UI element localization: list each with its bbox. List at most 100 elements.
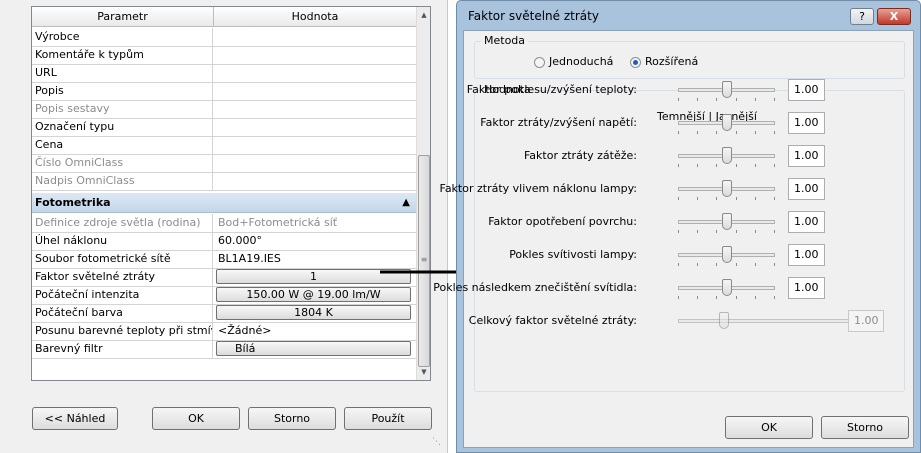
property-row[interactable]: Posunu barevné teploty při stmív <Žádné> bbox=[32, 322, 416, 341]
cancel-button[interactable]: Storno bbox=[821, 416, 909, 439]
property-value[interactable]: <Žádné> bbox=[214, 322, 416, 340]
preview-button[interactable]: << Náhled bbox=[32, 407, 118, 430]
close-button[interactable]: X bbox=[877, 8, 911, 25]
property-value[interactable] bbox=[214, 136, 416, 154]
group-header-photometrics[interactable]: Fotometrika ▲ bbox=[32, 193, 416, 213]
property-row[interactable]: Úhel náklonu 60.000° bbox=[32, 232, 416, 251]
property-row[interactable]: Komentáře k typům bbox=[32, 46, 416, 65]
radio-simple-label[interactable]: Jednoduchá bbox=[549, 55, 613, 68]
property-name: Soubor fotometrické sítě bbox=[32, 250, 213, 268]
cancel-button[interactable]: Storno bbox=[248, 407, 336, 430]
help-button[interactable]: ? bbox=[850, 8, 874, 25]
type-properties-dialog: Parametr Hodnota Výrobce Komentáře k typ… bbox=[0, 0, 448, 453]
slider-tick bbox=[697, 164, 698, 167]
slider-thumb[interactable] bbox=[721, 147, 732, 164]
slider-tick bbox=[736, 98, 737, 101]
slider-thumb[interactable] bbox=[721, 81, 732, 98]
scroll-down-arrow-icon[interactable]: ▼ bbox=[417, 364, 431, 380]
slider-tick bbox=[774, 164, 775, 167]
method-label: Metoda bbox=[481, 34, 529, 47]
vertical-scrollbar[interactable]: ▲ ≡ ▼ bbox=[416, 7, 430, 380]
column-header-parameter[interactable]: Parametr bbox=[32, 7, 214, 27]
property-row[interactable]: Počáteční barva 1804 K bbox=[32, 304, 416, 323]
slider-ticks bbox=[678, 296, 775, 300]
slider-tick bbox=[774, 197, 775, 200]
property-row[interactable]: Faktor světelné ztráty 1 bbox=[32, 268, 416, 287]
initial-intensity-button[interactable]: 150.00 W @ 19.00 lm/W bbox=[216, 287, 411, 302]
title-bar[interactable]: Faktor světelné ztráty ? X bbox=[457, 1, 920, 31]
group-label: Fotometrika bbox=[35, 196, 111, 209]
slider-thumb[interactable] bbox=[721, 180, 732, 197]
slider-tick bbox=[697, 98, 698, 101]
slider-tick bbox=[755, 131, 756, 134]
property-row[interactable]: Výrobce bbox=[32, 28, 416, 47]
factor-value-input[interactable]: 1.00 bbox=[788, 79, 825, 101]
radio-advanced[interactable] bbox=[630, 57, 641, 68]
double-chevron-up-icon[interactable]: ▲ bbox=[402, 193, 410, 213]
slider-tick bbox=[736, 131, 737, 134]
property-row: Popis sestavy bbox=[32, 100, 416, 119]
slider-tick bbox=[774, 98, 775, 101]
slider-ticks bbox=[678, 263, 775, 267]
color-filter-button[interactable]: Bílá bbox=[216, 341, 411, 356]
scroll-up-arrow-icon[interactable]: ▲ bbox=[417, 7, 431, 23]
ok-button[interactable]: OK bbox=[725, 416, 813, 439]
slider-tick bbox=[678, 131, 679, 134]
resize-grip-icon[interactable]: ⋱ bbox=[432, 436, 444, 448]
factor-value-input[interactable]: 1.00 bbox=[788, 145, 825, 167]
factor-value-input[interactable]: 1.00 bbox=[788, 112, 825, 134]
slider-tick bbox=[774, 263, 775, 266]
property-grid: Parametr Hodnota Výrobce Komentáře k typ… bbox=[31, 6, 431, 381]
loss-factor-dialog: Faktor světelné ztráty ? X Metoda Jednod… bbox=[433, 0, 921, 453]
property-row[interactable]: Počáteční intenzita 150.00 W @ 19.00 lm/… bbox=[32, 286, 416, 305]
property-row[interactable]: URL bbox=[32, 64, 416, 83]
slider-thumb[interactable] bbox=[721, 246, 732, 263]
property-row[interactable]: Popis bbox=[32, 82, 416, 101]
value-groupbox: Hodnota Temnější | Jasnější Faktor pokle… bbox=[433, 79, 905, 392]
property-row[interactable]: Označení typu bbox=[32, 118, 416, 137]
property-value[interactable] bbox=[214, 46, 416, 64]
property-value bbox=[214, 154, 416, 172]
factor-value-input[interactable]: 1.00 bbox=[788, 277, 825, 299]
property-row[interactable]: Barevný filtr Bílá bbox=[32, 340, 416, 359]
slider-ticks bbox=[678, 131, 775, 135]
method-groupbox: Metoda Jednoduchá Rozšířená bbox=[474, 34, 905, 79]
slider-tick bbox=[716, 296, 717, 299]
total-factor-label: Celkový faktor světelné ztráty: bbox=[468, 314, 637, 327]
slider-thumb[interactable] bbox=[721, 114, 732, 131]
property-row: Definice zdroje světla (rodina) Bod+Foto… bbox=[32, 214, 416, 233]
property-value[interactable]: 60.000° bbox=[214, 232, 416, 250]
ok-button[interactable]: OK bbox=[152, 407, 240, 430]
slider-tick bbox=[697, 296, 698, 299]
slider-tick bbox=[678, 296, 679, 299]
slider-thumb[interactable] bbox=[721, 213, 732, 230]
factor-value-input[interactable]: 1.00 bbox=[788, 244, 825, 266]
factor-label: Faktor poklesu/zvýšení teploty: bbox=[466, 83, 637, 96]
factor-label: Faktor opotřebení povrchu: bbox=[488, 215, 637, 228]
property-value[interactable] bbox=[214, 118, 416, 136]
initial-color-button[interactable]: 1804 K bbox=[216, 305, 411, 320]
factor-value-input[interactable]: 1.00 bbox=[788, 178, 825, 200]
property-row: Nadpis OmniClass bbox=[32, 172, 416, 191]
property-value[interactable] bbox=[214, 82, 416, 100]
property-name: Číslo OmniClass bbox=[32, 154, 213, 172]
radio-advanced-label[interactable]: Rozšířená bbox=[645, 55, 698, 68]
property-value[interactable] bbox=[214, 28, 416, 46]
slider-tick bbox=[716, 131, 717, 134]
slider-tick bbox=[755, 296, 756, 299]
radio-simple[interactable] bbox=[534, 57, 545, 68]
slider-tick bbox=[678, 164, 679, 167]
property-value[interactable] bbox=[214, 64, 416, 82]
property-row[interactable]: Soubor fotometrické sítě BL1A19.IES bbox=[32, 250, 416, 269]
property-row[interactable]: Cena bbox=[32, 136, 416, 155]
column-header-value[interactable]: Hodnota bbox=[214, 7, 416, 27]
slider-tick bbox=[716, 230, 717, 233]
slider-tick bbox=[697, 230, 698, 233]
slider-tick bbox=[736, 296, 737, 299]
property-value: Bod+Fotometrická síť bbox=[218, 216, 338, 229]
property-name: Popis bbox=[32, 82, 213, 100]
apply-button[interactable]: Použít bbox=[344, 407, 432, 430]
factor-value-input[interactable]: 1.00 bbox=[788, 211, 825, 233]
slider-thumb[interactable] bbox=[721, 279, 732, 296]
slider-tick bbox=[678, 197, 679, 200]
